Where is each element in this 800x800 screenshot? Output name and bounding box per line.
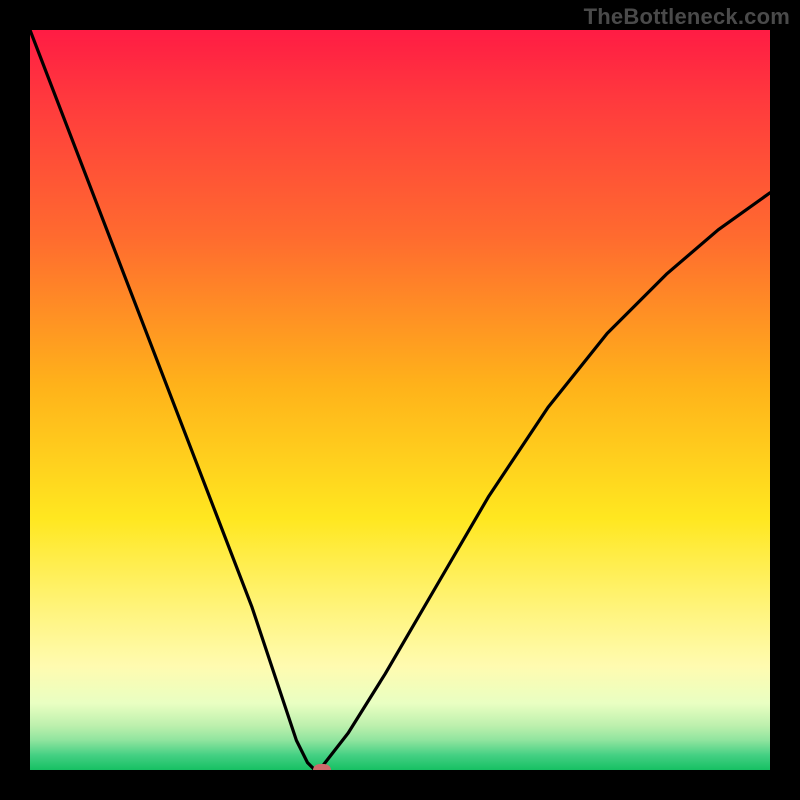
chart-frame: TheBottleneck.com — [0, 0, 800, 800]
optimal-point-marker — [313, 764, 331, 770]
watermark-text: TheBottleneck.com — [584, 4, 790, 30]
bottleneck-curve — [30, 30, 770, 770]
plot-area — [30, 30, 770, 770]
